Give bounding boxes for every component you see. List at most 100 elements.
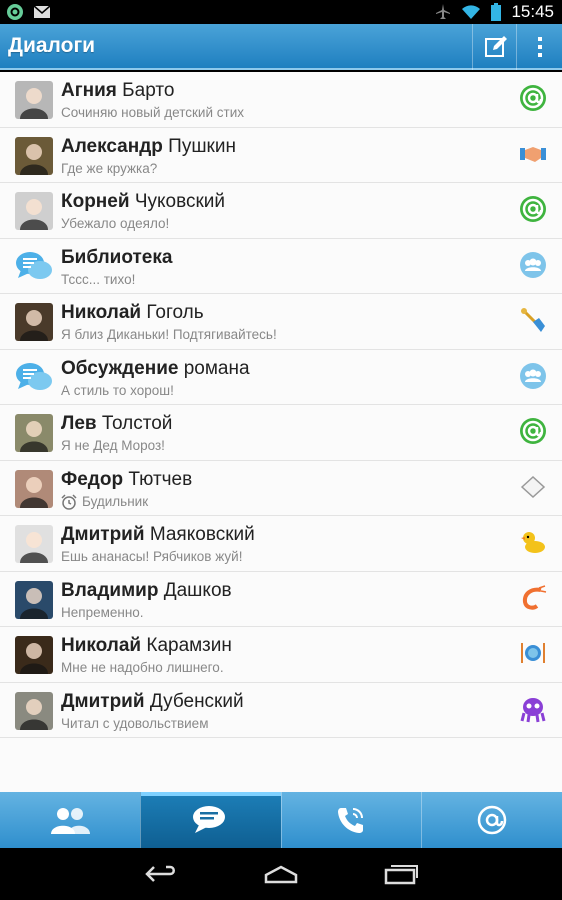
dialog-row[interactable]: Дмитрий Маяковский Ешь ананасы! Рябчиков … [0, 516, 562, 572]
last-message-text: Тссс... тихо! [61, 271, 136, 287]
contact-last-name: Гоголь [146, 302, 204, 323]
recent-apps-icon [384, 865, 418, 885]
overflow-menu-button[interactable] [516, 24, 562, 70]
group-chat-avatar-icon [16, 362, 52, 390]
status-indicator [519, 362, 547, 390]
dialog-row[interactable]: Николай Гоголь Я близ Диканьки! Подтягива… [0, 294, 562, 350]
last-message: Сочиняю новый детский стих [61, 105, 244, 120]
tab-calls[interactable] [280, 792, 422, 848]
dialog-row[interactable]: Владимир Дашков Непременно. [0, 572, 562, 627]
dialog-row[interactable]: Корней Чуковский Убежало одеяло! [0, 183, 562, 239]
compose-icon [484, 36, 507, 57]
avatar-icon [15, 81, 53, 119]
tab-contacts[interactable] [0, 792, 140, 848]
contact-name: Обсуждение романа [61, 358, 250, 380]
contact-last-name: Тютчев [128, 468, 193, 490]
contact-first-name: Обсуждение [61, 357, 179, 379]
group-icon [520, 251, 546, 278]
back-button[interactable] [131, 858, 191, 890]
avatar-icon [15, 636, 53, 674]
last-message-text: А стиль то хорош! [61, 382, 174, 398]
avatar [15, 636, 53, 674]
status-indicator [519, 639, 547, 667]
last-message-text: Будильник [82, 494, 149, 509]
at-status-icon [520, 196, 546, 222]
navigation-bar [0, 848, 562, 900]
contact-name: Николай Гоголь [61, 302, 204, 324]
avatar [15, 303, 53, 341]
status-indicator [519, 195, 547, 223]
page-title: Диалоги [8, 34, 96, 57]
avatar [15, 414, 53, 452]
last-message-text: Убежало одеяло! [61, 216, 170, 231]
dialog-row[interactable]: Лев Толстой Я не Дед Мороз! [0, 405, 562, 461]
tab-mentions[interactable] [421, 792, 562, 848]
last-message: Мне не надобно лишнего. [61, 660, 224, 675]
status-indicator [519, 528, 547, 556]
bottom-tabs [0, 792, 562, 848]
last-message: Ешь ананасы! Рябчиков жуй! [61, 549, 242, 564]
status-indicator [519, 584, 547, 612]
avatar [15, 248, 53, 286]
battery-icon [491, 3, 502, 21]
action-bar: Диалоги [0, 24, 562, 70]
group-icon [520, 362, 546, 389]
last-message-text: Я не Дед Мороз! [61, 438, 165, 453]
dialog-row[interactable]: Николай Карамзин Мне не надобно лишнего. [0, 627, 562, 683]
overflow-menu-icon [537, 37, 542, 57]
contact-name: Александр Пушкин [61, 136, 236, 158]
contact-name: Дмитрий Дубенский [61, 691, 244, 713]
back-icon [145, 865, 175, 882]
contact-last-name: Чуковский [134, 191, 226, 212]
wifi-icon [462, 5, 481, 19]
contact-first-name: Библиотека [61, 246, 173, 268]
contact-first-name: Корней [61, 191, 130, 212]
contact-name: Федор Тютчев [61, 469, 192, 491]
contact-name: Владимир Дашков [61, 580, 232, 602]
contact-last-name: Барто [122, 80, 175, 101]
dialog-row[interactable]: Библиотека Тссс... тихо! [0, 239, 562, 294]
at-notification-icon [7, 4, 23, 20]
dialog-row[interactable]: Обсуждение романа А стиль то хорош! [0, 350, 562, 405]
status-indicator [519, 251, 547, 279]
contact-name: Библиотека [61, 247, 172, 269]
mail-icon [33, 5, 51, 18]
dialog-row[interactable]: Федор Тютчев Будильник [0, 461, 562, 516]
last-message-text: Читал с удовольствием [61, 715, 209, 731]
status-indicator [519, 140, 547, 168]
shrimp-icon [522, 584, 547, 610]
status-time: 15:45 [511, 2, 554, 21]
recent-apps-button[interactable] [371, 858, 431, 890]
avatar-icon [15, 691, 53, 730]
contact-first-name: Лев [61, 413, 97, 434]
last-message: Тссс... тихо! [61, 272, 135, 287]
contact-first-name: Федор [61, 468, 124, 490]
status-indicator [519, 84, 547, 112]
contact-first-name: Николай [61, 302, 142, 323]
status-indicator [519, 695, 547, 723]
last-message: Непременно. [61, 605, 144, 620]
status-indicator [519, 306, 547, 334]
dialog-row[interactable]: Дмитрий Дубенский Читал с удовольствием [0, 683, 562, 738]
avatar [15, 81, 53, 119]
dialog-row[interactable]: Александр Пушкин Где же кружка? [0, 128, 562, 183]
home-button[interactable] [251, 858, 311, 890]
contact-last-name: Толстой [101, 413, 173, 434]
avatar [15, 580, 53, 619]
last-message-text: Мне не надобно лишнего. [61, 660, 224, 675]
tab-chats[interactable] [139, 792, 281, 848]
last-message-text: Где же кружка? [61, 160, 158, 176]
dialog-row[interactable]: Агния Барто Сочиняю новый детский стих [0, 72, 562, 128]
at-status-icon [520, 85, 546, 111]
at-icon [477, 805, 507, 835]
avatar [15, 691, 53, 730]
handshake-icon [520, 146, 546, 162]
contact-first-name: Дмитрий [61, 524, 145, 545]
compose-button[interactable] [472, 24, 518, 70]
duck-icon [521, 532, 545, 553]
at-status-icon [520, 418, 546, 444]
contact-name: Лев Толстой [61, 413, 172, 435]
octopus-icon [520, 697, 546, 722]
avatar-icon [15, 414, 53, 452]
chat-icon [192, 806, 225, 833]
